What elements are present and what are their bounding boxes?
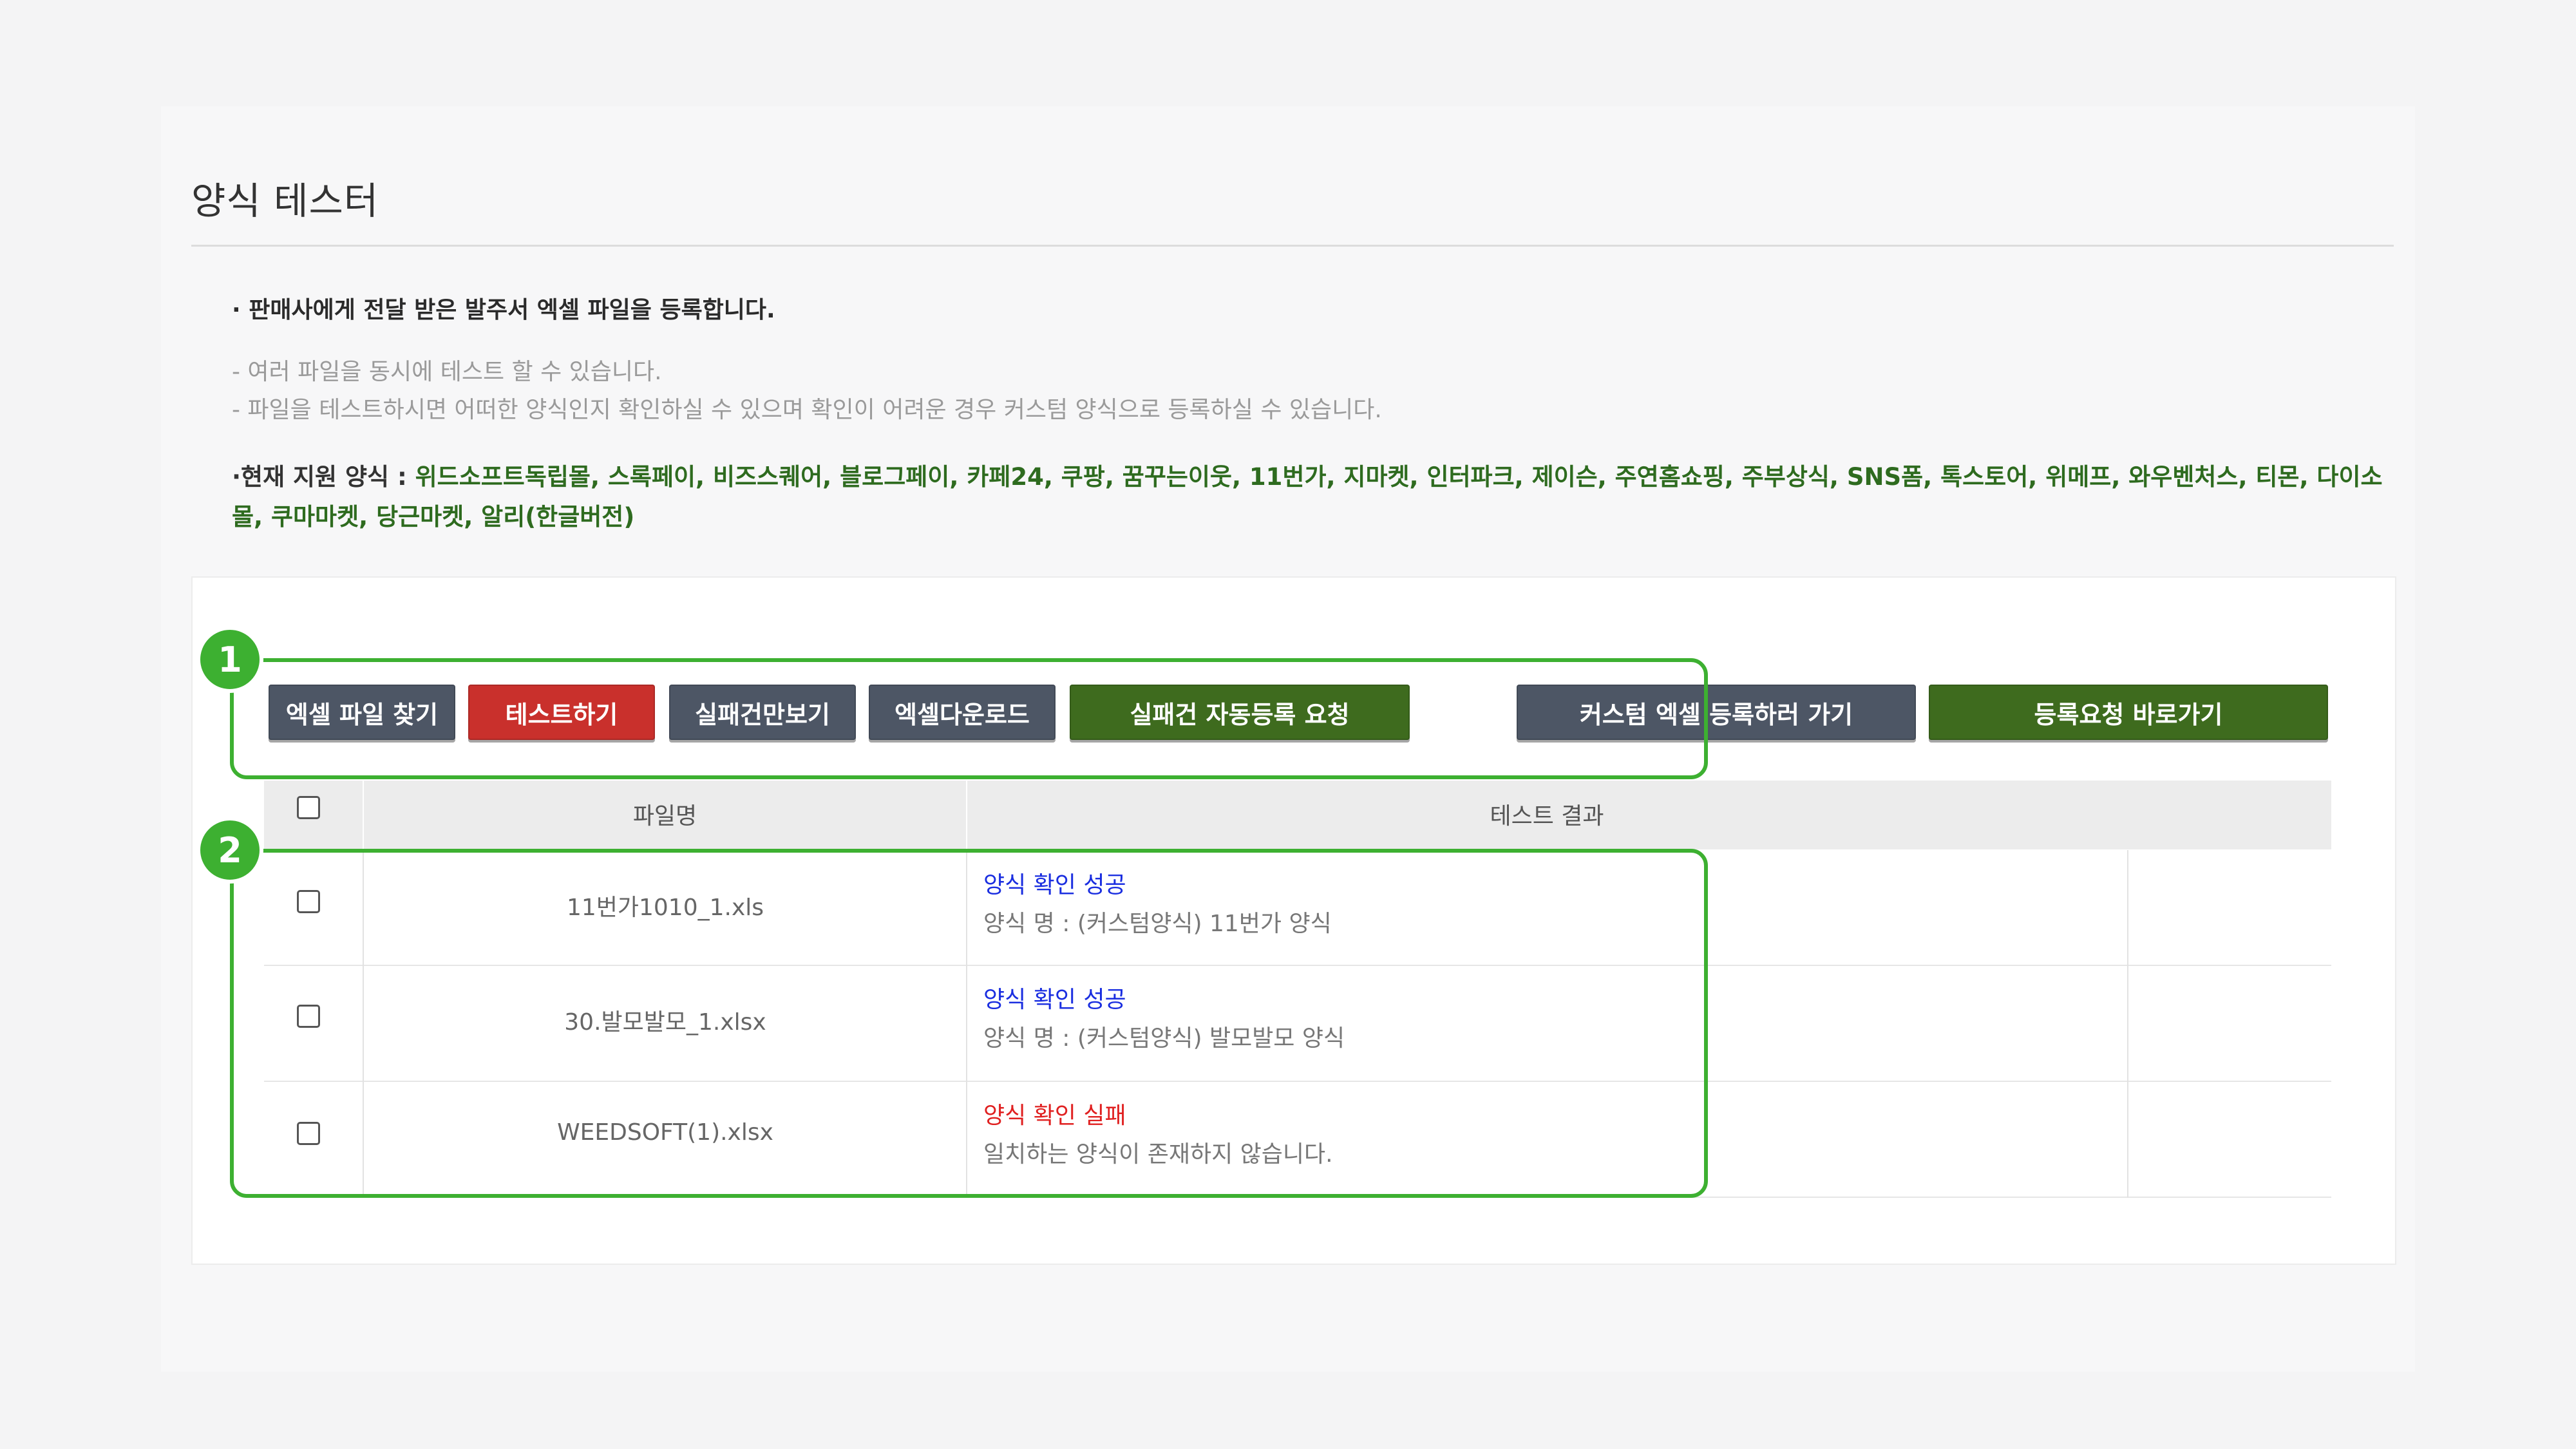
- callout-box-results: [230, 849, 1708, 1198]
- supported-formats: ·현재 지원 양식 : 위드소프트독립몰, 스록페이, 비즈스퀘어, 블로그페이…: [232, 457, 2383, 537]
- callout-badge-2: 2: [196, 817, 263, 884]
- go-registration-request-button[interactable]: 등록요청 바로가기: [1929, 685, 2328, 740]
- intro-note-1: - 여러 파일을 동시에 테스트 할 수 있습니다.: [232, 359, 662, 385]
- supported-formats-list: 위드소프트독립몰, 스록페이, 비즈스퀘어, 블로그페이, 카페24, 쿠팡, …: [232, 463, 2383, 531]
- intro-main-text: · 판매사에게 전달 받은 발주서 엑셀 파일을 등록합니다.: [232, 297, 775, 323]
- callout-box-toolbar: [230, 658, 1708, 779]
- supported-formats-label: ·현재 지원 양식 :: [232, 463, 415, 491]
- callout-badge-1: 1: [196, 626, 263, 693]
- title-divider: [191, 245, 2394, 247]
- column-header-filename: 파일명: [632, 803, 697, 829]
- column-divider: [2127, 850, 2128, 1198]
- column-header-test-result: 테스트 결과: [1490, 803, 1604, 829]
- select-all-checkbox[interactable]: [297, 796, 320, 819]
- page-title: 양식 테스터: [191, 179, 379, 223]
- intro-note-2: - 파일을 테스트하시면 어떠한 양식인지 확인하실 수 있으며 확인이 어려운…: [232, 397, 1382, 423]
